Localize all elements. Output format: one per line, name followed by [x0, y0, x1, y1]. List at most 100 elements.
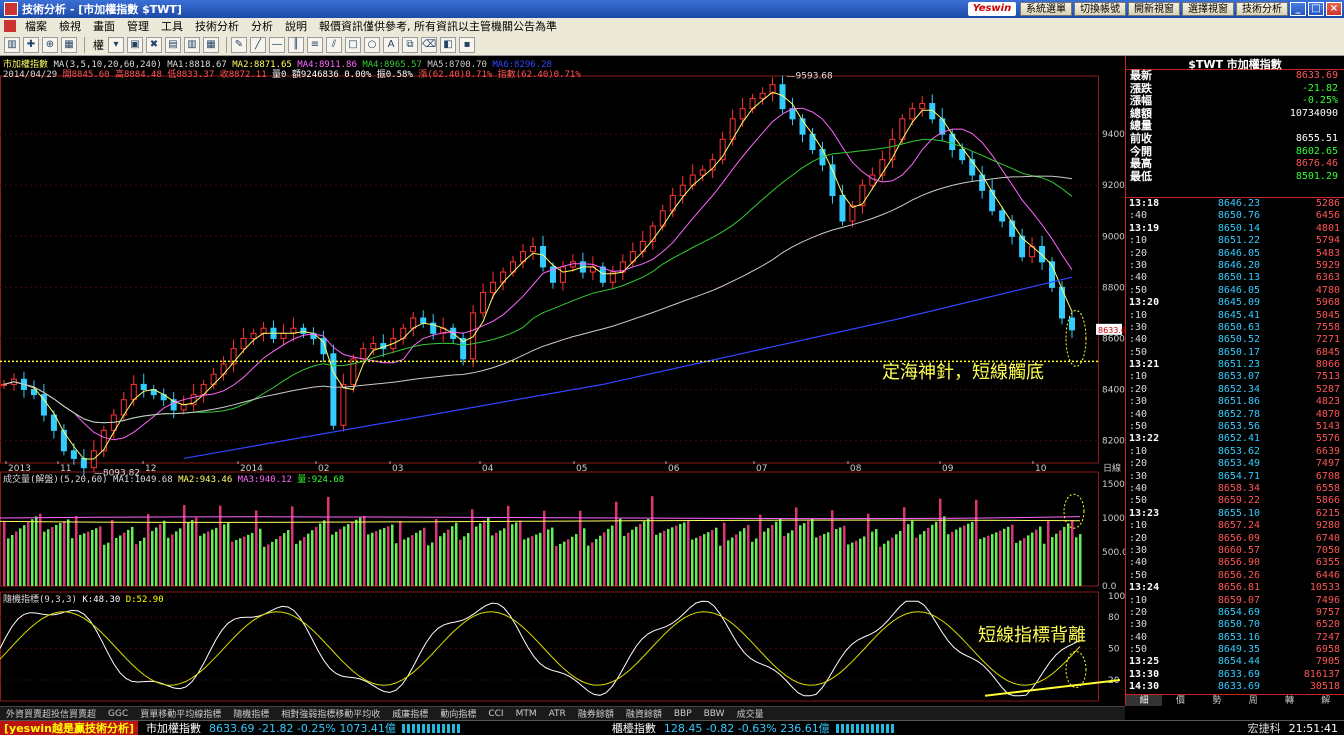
horizontal-line-icon[interactable]: ―	[269, 36, 285, 53]
tick-row[interactable]: :20 8646.05 5483	[1126, 248, 1344, 260]
menu-file[interactable]: 檔案	[19, 18, 53, 34]
menu-manage[interactable]: 管理	[121, 18, 155, 34]
draw-tool-icon[interactable]: ✎	[231, 36, 247, 53]
indicator-tab[interactable]: CCI	[482, 709, 509, 719]
rectangle-icon[interactable]: □	[345, 36, 361, 53]
menu-technical[interactable]: 技術分析	[189, 18, 245, 34]
tick-table[interactable]: 13:18 8646.23 5286:40 8650.76 6456 13:19 8650.…	[1126, 197, 1344, 694]
indicator-tab[interactable]: 動向指標	[434, 707, 482, 720]
fibonacci-icon[interactable]: ≡	[307, 36, 323, 53]
tick-row[interactable]: 13:25 8654.44 7905	[1126, 656, 1344, 668]
tick-row[interactable]: 13:24 8656.81 10533	[1126, 582, 1344, 594]
indicator-tab[interactable]: 買單移動平均線指標	[134, 707, 227, 720]
tick-row[interactable]: :30 8651.86 4823	[1126, 396, 1344, 408]
switch-account-button[interactable]: 切換帳號	[1074, 2, 1126, 16]
system-menu-button[interactable]: 系統選單	[1020, 2, 1072, 16]
quote-panel-tab[interactable]: 細	[1126, 695, 1163, 706]
weight-selector[interactable]: 權	[93, 37, 104, 53]
tick-row[interactable]: :30 8646.20 5929	[1126, 260, 1344, 272]
indicator-tab[interactable]: MTM	[510, 709, 543, 719]
bar-chart-icon[interactable]: ▥	[4, 36, 20, 53]
quote-panel-tab[interactable]: 解	[1308, 695, 1344, 706]
tick-row[interactable]: :10 8653.07 7513	[1126, 371, 1344, 383]
quote-panel-tab[interactable]: 周	[1235, 695, 1271, 706]
tick-row[interactable]: 13:18 8646.23 5286	[1126, 198, 1344, 210]
text-tool-icon[interactable]: A	[383, 36, 399, 53]
tick-row[interactable]: :30 8650.63 7558	[1126, 322, 1344, 334]
indicator-tab[interactable]: 隨機指標	[227, 707, 275, 720]
tick-row[interactable]: :30 8650.70 6520	[1126, 619, 1344, 631]
select-window-button[interactable]: 選擇視窗	[1182, 2, 1234, 16]
crosshair-icon[interactable]: ✚	[23, 36, 39, 53]
indicator-tab[interactable]: 外資買賣超投信買賣超	[0, 707, 102, 720]
close-icon[interactable]: ×	[1326, 2, 1342, 16]
tick-row[interactable]: :10 8651.22 5794	[1126, 235, 1344, 247]
tick-row[interactable]: 13:30 8633.69 816137	[1126, 669, 1344, 681]
tick-row[interactable]: 13:21 8651.23 8066	[1126, 359, 1344, 371]
indicator-tab[interactable]: BBW	[698, 709, 731, 719]
indicator-tab[interactable]: 融券餘額	[572, 707, 620, 720]
chart-layout-3-icon[interactable]: ▦	[203, 36, 219, 53]
tick-row[interactable]: :40 8650.76 6456	[1126, 210, 1344, 222]
tick-row[interactable]: :50 8650.17 6845	[1126, 347, 1344, 359]
indicator-tab[interactable]: 融資餘額	[620, 707, 668, 720]
tick-row[interactable]: :30 8660.57 7050	[1126, 545, 1344, 557]
tick-row[interactable]: :20 8652.34 5287	[1126, 384, 1344, 396]
chart-layout-2-icon[interactable]: ▥	[184, 36, 200, 53]
new-window-button[interactable]: 開新視窗	[1128, 2, 1180, 16]
tick-row[interactable]: :30 8654.71 6708	[1126, 471, 1344, 483]
tick-row[interactable]: 14:30 8633.69 30518	[1126, 681, 1344, 693]
minimize-icon[interactable]: _	[1290, 2, 1306, 16]
technical-analysis-button[interactable]: 技術分析	[1236, 2, 1288, 16]
tick-row[interactable]: :50 8649.35 6958	[1126, 644, 1344, 656]
tick-row[interactable]: :20 8653.49 7497	[1126, 458, 1344, 470]
tick-row[interactable]: 13:22 8652.41 5576	[1126, 433, 1344, 445]
tick-row[interactable]: :40 8656.90 6355	[1126, 557, 1344, 569]
chart-area[interactable]: 8200.0 8400.0 8600.0 8800.0 9000.0 9200.0 9400…	[0, 56, 1125, 706]
circle-icon[interactable]: ○	[364, 36, 380, 53]
tick-row[interactable]: :40 8650.52 7271	[1126, 334, 1344, 346]
tick-row[interactable]: :20 8656.09 6740	[1126, 533, 1344, 545]
line-tool-icon[interactable]: ╱	[250, 36, 266, 53]
tick-row[interactable]: :10 8645.41 5045	[1126, 310, 1344, 322]
tick-row[interactable]: :50 8659.22 5866	[1126, 495, 1344, 507]
tick-row[interactable]: :40 8652.78 4870	[1126, 409, 1344, 421]
indicator-tab[interactable]: ATR	[543, 709, 572, 719]
chart-layout-1-icon[interactable]: ▤	[165, 36, 181, 53]
menu-help[interactable]: 說明	[279, 18, 313, 34]
indicator-tab[interactable]: 成交量	[731, 707, 770, 720]
quote-panel-tab[interactable]: 轉	[1271, 695, 1307, 706]
menu-analysis[interactable]: 分析	[245, 18, 279, 34]
tick-row[interactable]: :10 8659.07 7496	[1126, 595, 1344, 607]
save-icon[interactable]: ▪	[459, 36, 475, 53]
vertical-lines-icon[interactable]: ║	[288, 36, 304, 53]
chevron-down-icon[interactable]: ▾	[108, 36, 124, 53]
tick-row[interactable]: 13:19 8650.14 4801	[1126, 223, 1344, 235]
tick-row[interactable]: 13:23 8655.10 6215	[1126, 508, 1344, 520]
save-layout-icon[interactable]: ▣	[127, 36, 143, 53]
indicator-tab[interactable]: BBP	[668, 709, 698, 719]
copy-icon[interactable]: ⧉	[402, 36, 418, 53]
tick-row[interactable]: :10 8653.62 6639	[1126, 446, 1344, 458]
color-palette-icon[interactable]: ◧	[440, 36, 456, 53]
quote-panel-tab[interactable]: 價	[1162, 695, 1198, 706]
menu-screen[interactable]: 畫面	[87, 18, 121, 34]
tick-row[interactable]: :50 8646.05 4780	[1126, 285, 1344, 297]
eraser-icon[interactable]: ⌫	[421, 36, 437, 53]
maximize-icon[interactable]: □	[1308, 2, 1324, 16]
channel-icon[interactable]: ⫽	[326, 36, 342, 53]
tick-row[interactable]: :50 8653.56 5143	[1126, 421, 1344, 433]
cancel-icon[interactable]: ✖	[146, 36, 162, 53]
menu-view[interactable]: 檢視	[53, 18, 87, 34]
menu-tools[interactable]: 工具	[155, 18, 189, 34]
grid-icon[interactable]: ▦	[61, 36, 77, 53]
tick-row[interactable]: :40 8650.13 6363	[1126, 272, 1344, 284]
indicator-tab[interactable]: 威廉指標	[386, 707, 434, 720]
tick-row[interactable]: :40 8653.16 7247	[1126, 632, 1344, 644]
tick-row[interactable]: :10 8657.24 9280	[1126, 520, 1344, 532]
zoom-icon[interactable]: ⊕	[42, 36, 58, 53]
tick-row[interactable]: 13:20 8645.09 5968	[1126, 297, 1344, 309]
tick-row[interactable]: :20 8654.69 9757	[1126, 607, 1344, 619]
indicator-tab[interactable]: 相對強弱指標移動平均收	[275, 707, 386, 720]
tick-row[interactable]: :40 8658.34 6558	[1126, 483, 1344, 495]
